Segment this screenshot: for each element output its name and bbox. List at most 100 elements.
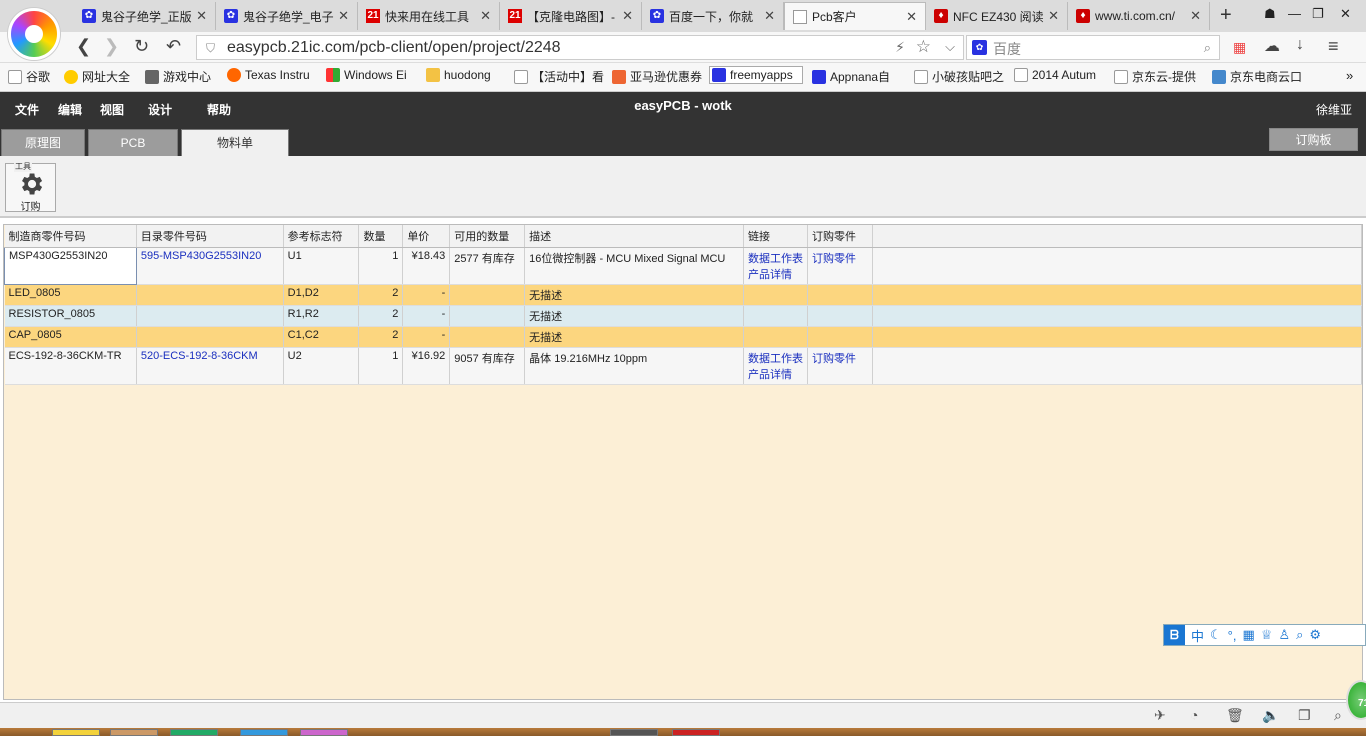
window-icon[interactable]: ❐ <box>1298 707 1311 724</box>
close-icon[interactable]: ✕ <box>1190 8 1201 24</box>
catalog-part-cell[interactable] <box>136 305 284 327</box>
datasheet-link[interactable]: 数据工作表 <box>748 350 803 366</box>
mfr-part-cell[interactable]: RESISTOR_0805 <box>4 305 137 327</box>
browser-tab[interactable]: ✿ 百度一下，你就 ✕ <box>642 2 784 30</box>
close-icon[interactable]: ✕ <box>338 8 349 24</box>
order-board-button[interactable]: 订购板 <box>1269 128 1358 151</box>
catalog-part-cell[interactable] <box>136 326 284 348</box>
user-icon[interactable]: ♙ <box>1278 627 1290 643</box>
browser-tab-active[interactable]: Pcb客户 ✕ <box>784 2 926 30</box>
table-row[interactable]: MSP430G2553IN20 595-MSP430G2553IN20 U1 1… <box>4 247 1363 285</box>
mfr-part-cell[interactable]: LED_0805 <box>4 284 137 306</box>
catalog-part-cell[interactable] <box>136 284 284 306</box>
order-part-link[interactable]: 订购零件 <box>812 350 868 366</box>
bookmark-item[interactable]: huodong <box>426 68 506 82</box>
browser-tab[interactable]: ✿ 鬼谷子绝学_正版 ✕ <box>74 2 216 30</box>
ime-logo-icon[interactable]: ᗷ <box>1164 625 1185 645</box>
restore-icon[interactable]: ❐ <box>1312 6 1324 22</box>
bookmark-item[interactable]: 京东电商云口 <box>1212 68 1302 85</box>
apps-icon[interactable]: ▦ <box>1233 39 1246 56</box>
bookmark-item[interactable]: 2014 Autum <box>1014 68 1106 82</box>
settings-icon[interactable]: ⚙ <box>1309 627 1321 643</box>
more-bookmarks-icon[interactable]: » <box>1346 68 1353 83</box>
ime-language-toggle[interactable]: 中 <box>1191 626 1204 645</box>
column-header[interactable]: 制造商零件号码 <box>4 225 137 248</box>
catalog-part-cell[interactable]: 520-ECS-192-8-36CKM <box>136 347 284 385</box>
browser-tab[interactable]: ✿ 鬼谷子绝学_电子 ✕ <box>216 2 358 30</box>
taskbar-item[interactable] <box>300 729 348 736</box>
close-icon[interactable]: ✕ <box>764 8 775 24</box>
column-header[interactable]: 可用的数量 <box>449 225 526 248</box>
column-header[interactable]: 单价 <box>402 225 451 248</box>
volume-icon[interactable]: 🔈 <box>1262 707 1279 724</box>
close-icon[interactable]: ✕ <box>480 8 491 24</box>
mfr-part-cell[interactable]: CAP_0805 <box>4 326 137 348</box>
menu-help[interactable]: 帮助 <box>207 101 231 118</box>
close-icon[interactable]: ✕ <box>906 9 917 25</box>
table-row[interactable]: RESISTOR_0805 R1,R2 2 - 无描述 <box>4 305 1363 327</box>
column-header[interactable]: 描述 <box>524 225 744 248</box>
column-header[interactable]: 数量 <box>358 225 404 248</box>
back-icon[interactable]: ❮ <box>76 36 91 57</box>
browser-tab[interactable]: 21 快来用在线工具 ✕ <box>358 2 500 30</box>
browser-logo[interactable] <box>8 8 60 60</box>
keyboard-icon[interactable]: ▦ <box>1242 627 1254 643</box>
taskbar-item[interactable] <box>672 729 720 736</box>
download-icon[interactable]: ↓ <box>1296 36 1304 54</box>
taskbar-item[interactable] <box>610 729 658 736</box>
search-box[interactable]: ✿ 百度 ⌕ <box>966 35 1220 60</box>
window-close-icon[interactable]: ✕ <box>1340 6 1351 22</box>
column-header[interactable]: 订购零件 <box>807 225 873 248</box>
product-detail-link[interactable]: 产品详情 <box>748 366 803 382</box>
column-header[interactable]: 目录零件号码 <box>136 225 284 248</box>
trash-icon[interactable]: 🗑 <box>1226 707 1244 724</box>
bookmark-item[interactable]: freemyapps <box>709 66 803 84</box>
bookmark-item[interactable]: Appnana自 <box>812 68 904 85</box>
close-icon[interactable]: ✕ <box>196 8 207 24</box>
menu-icon[interactable]: ≡ <box>1328 36 1339 57</box>
lightning-icon[interactable]: ⚡ <box>895 39 905 56</box>
catalog-part-link[interactable]: 520-ECS-192-8-36CKM <box>141 350 279 362</box>
moon-icon[interactable]: ☾ <box>1210 627 1222 643</box>
skin-icon[interactable]: ♕ <box>1261 627 1273 643</box>
menu-file[interactable]: 文件 <box>15 101 39 118</box>
order-part-link[interactable]: 订购零件 <box>812 250 868 266</box>
star-icon[interactable]: ☆ <box>916 37 931 57</box>
accelerate-icon[interactable]: ◔ <box>1190 707 1198 723</box>
cloud-icon[interactable]: ☁ <box>1264 36 1280 56</box>
new-tab-icon[interactable]: + <box>1220 4 1232 27</box>
reload-icon[interactable]: ↻ <box>134 36 149 57</box>
table-row[interactable]: CAP_0805 C1,C2 2 - 无描述 <box>4 326 1363 348</box>
table-row[interactable]: LED_0805 D1,D2 2 - 无描述 <box>4 284 1363 306</box>
column-header[interactable]: 链接 <box>743 225 808 248</box>
bookmark-item[interactable]: Texas Instru <box>227 68 319 82</box>
browser-tab[interactable]: ♦ www.ti.com.cn/✕ <box>1068 2 1210 30</box>
bookmark-item[interactable]: 游戏中心 <box>145 68 220 85</box>
bookmark-item[interactable]: 谷歌 <box>8 68 58 85</box>
taskbar-item[interactable] <box>170 729 218 736</box>
bookmark-item[interactable]: Windows Ei <box>326 68 417 82</box>
close-icon[interactable]: ✕ <box>622 8 633 24</box>
shirt-icon[interactable]: ☗ <box>1264 6 1276 22</box>
taskbar-item[interactable] <box>110 729 158 736</box>
tab-bom[interactable]: 物料单 <box>181 129 289 156</box>
bookmark-item[interactable]: 亚马逊优惠券 <box>612 68 702 85</box>
catalog-part-cell[interactable]: 595-MSP430G2553IN20 <box>136 247 284 285</box>
mfr-part-cell[interactable]: MSP430G2553IN20 <box>4 247 137 285</box>
catalog-part-link[interactable]: 595-MSP430G2553IN20 <box>141 250 279 262</box>
username[interactable]: 徐维亚 <box>1316 101 1352 118</box>
zoom-icon[interactable]: ⌕ <box>1334 707 1342 724</box>
bookmark-item[interactable]: 小破孩贴吧之 <box>914 68 1006 85</box>
taskbar-item[interactable] <box>52 729 100 736</box>
tab-pcb[interactable]: PCB <box>88 129 178 156</box>
search-icon[interactable]: ⌕ <box>1204 40 1211 56</box>
datasheet-link[interactable]: 数据工作表 <box>748 250 803 266</box>
menu-edit[interactable]: 编辑 <box>58 101 82 118</box>
search-icon[interactable]: ⌕ <box>1296 627 1303 643</box>
bookmark-item[interactable]: 京东云-提供 <box>1114 68 1202 85</box>
ime-toolbar[interactable]: ᗷ 中 ☾ °, ▦ ♕ ♙ ⌕ ⚙ <box>1163 624 1366 646</box>
tab-schematic[interactable]: 原理图 <box>1 129 85 156</box>
menu-view[interactable]: 视图 <box>100 101 124 118</box>
browser-tab[interactable]: 21 【克隆电路图】- ✕ <box>500 2 642 30</box>
forward-icon[interactable]: ❯ <box>104 36 119 57</box>
